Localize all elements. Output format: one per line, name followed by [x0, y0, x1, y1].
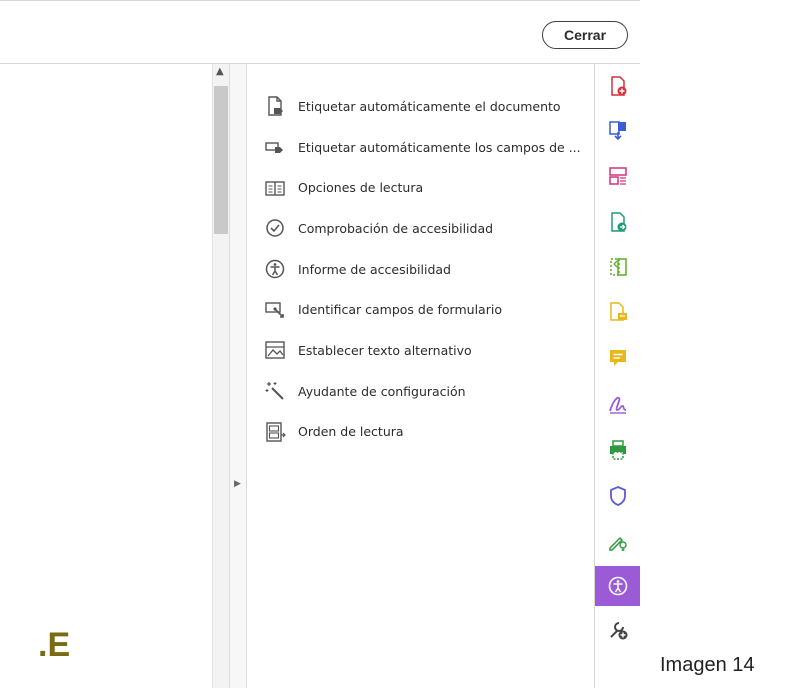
tool-item-identify-form-fields[interactable]: Identificar campos de formulario [248, 289, 593, 330]
magic-wand-icon [265, 382, 284, 400]
vertical-scrollbar[interactable]: ▲ [212, 64, 229, 688]
rail-button-organize-pages[interactable] [595, 156, 640, 196]
tool-item-label: Etiquetar automáticamente los campos de … [298, 139, 581, 155]
auto-tag-fields-icon [265, 142, 283, 154]
tool-item-reading-options[interactable]: Opciones de lectura [248, 167, 593, 208]
accessibility-icon [608, 576, 627, 596]
rail-button-protect-shield[interactable] [595, 476, 640, 516]
rail-button-combine-files[interactable] [595, 110, 640, 150]
protect-shield-icon [609, 486, 626, 506]
request-signature-icon [608, 536, 627, 551]
reading-order-icon [266, 422, 286, 442]
create-pdf-icon [610, 76, 626, 96]
tool-item-label: Identificar campos de formulario [298, 302, 502, 318]
comment-file-icon [609, 302, 627, 321]
tool-list: Etiquetar automáticamente el documento E… [248, 86, 593, 452]
rail-button-more-tools[interactable] [595, 610, 640, 650]
close-button[interactable]: Cerrar [542, 21, 628, 49]
document-text-fragment: .E [38, 626, 71, 664]
top-toolbar: Cerrar [0, 0, 640, 64]
rail-button-edit-pdf[interactable] [595, 247, 640, 287]
accessibility-report-icon [265, 259, 285, 279]
organize-pages-icon [608, 167, 627, 185]
tool-item-auto-tag-document[interactable]: Etiquetar automáticamente el documento [248, 86, 593, 127]
tools-rail [594, 64, 640, 688]
rail-button-export-pdf[interactable] [595, 202, 640, 242]
tool-item-label: Opciones de lectura [298, 180, 424, 196]
print-production-icon [609, 440, 626, 460]
checkmark-circle-icon [266, 219, 284, 238]
rail-button-comment[interactable] [595, 338, 640, 378]
tool-item-auto-tag-form-fields[interactable]: Etiquetar automáticamente los campos de … [248, 127, 593, 168]
more-tools-icon [609, 622, 627, 640]
tool-item-accessibility-check[interactable]: Comprobación de accesibilidad [248, 208, 593, 249]
tool-item-reading-order[interactable]: Orden de lectura [248, 412, 593, 453]
rail-button-create-pdf[interactable] [595, 66, 640, 106]
rail-button-comment-file[interactable] [595, 292, 640, 332]
rail-button-fill-sign[interactable] [595, 384, 640, 424]
alt-text-icon [265, 341, 285, 360]
rail-button-request-signature[interactable] [595, 522, 640, 562]
rail-button-accessibility[interactable] [595, 566, 640, 606]
reading-options-icon [265, 181, 285, 196]
tool-item-alt-text[interactable]: Establecer texto alternativo [248, 330, 593, 371]
figure-caption: Imagen 14 [660, 654, 755, 676]
scrollbar-thumb[interactable] [214, 86, 228, 234]
export-pdf-icon [610, 212, 626, 232]
tool-item-label: Etiquetar automáticamente el documento [298, 98, 561, 114]
fill-sign-icon [608, 396, 626, 414]
tool-item-label: Informe de accesibilidad [298, 261, 451, 277]
tool-item-label: Comprobación de accesibilidad [298, 220, 494, 236]
tool-item-accessibility-report[interactable]: Informe de accesibilidad [248, 249, 593, 290]
scroll-up-arrow-icon[interactable]: ▲ [216, 66, 224, 77]
tool-item-setup-assistant[interactable]: Ayudante de configuración [248, 371, 593, 412]
document-viewport [0, 64, 212, 688]
comment-icon [609, 350, 626, 366]
collapse-arrow-icon[interactable]: ▶ [234, 479, 241, 489]
identify-form-fields-icon [265, 302, 284, 318]
rail-button-print-production[interactable] [595, 430, 640, 470]
tool-item-label: Orden de lectura [298, 424, 404, 440]
edit-pdf-icon [609, 258, 627, 276]
combine-files-icon [608, 121, 626, 141]
panel-collapse-handle[interactable]: ▶ [229, 64, 247, 688]
auto-tag-document-icon [268, 96, 283, 117]
tool-item-label: Ayudante de configuración [298, 383, 466, 399]
tool-item-label: Establecer texto alternativo [298, 342, 472, 358]
accessibility-tool-panel: Etiquetar automáticamente el documento E… [248, 64, 593, 688]
